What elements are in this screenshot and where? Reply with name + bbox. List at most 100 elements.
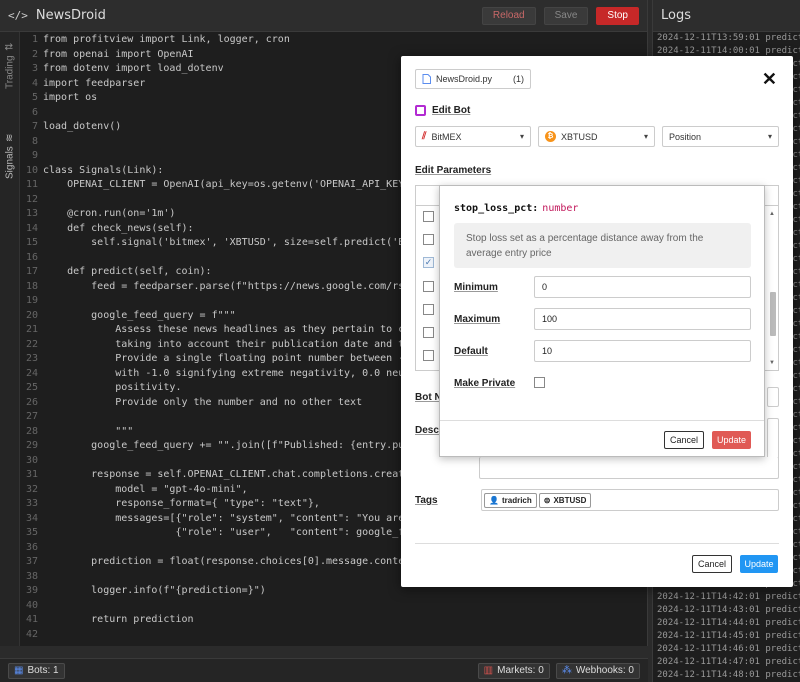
- symbol-value: XBTUSD: [561, 131, 598, 142]
- code-text: return prediction: [43, 614, 194, 625]
- tab-signals[interactable]: Signals ≋: [2, 128, 18, 184]
- code-text: response_format={ "type": "text"},: [43, 498, 320, 509]
- mode-placeholder: Position: [669, 131, 702, 142]
- code-text: import os: [43, 92, 98, 103]
- log-line: 2024-12-11T14:43:01 predict: p: [657, 605, 800, 615]
- code-text: self.signal('bitmex', 'XBTUSD', size=sel…: [43, 237, 429, 248]
- param-row-checkbox[interactable]: [423, 281, 434, 292]
- code-text: from dotenv import load_dotenv: [43, 63, 224, 74]
- symbol-select[interactable]: ₿ XBTUSD ▾: [538, 126, 655, 147]
- make-private-checkbox[interactable]: [534, 377, 545, 388]
- code-line[interactable]: 41 return prediction: [22, 613, 647, 628]
- tags-input[interactable]: 👤 tradrich ⊜ XBTUSD: [481, 489, 779, 511]
- log-line: 2024-12-11T14:45:01 predict: p: [657, 631, 800, 641]
- bot-name-input[interactable]: [767, 387, 779, 407]
- code-line[interactable]: 42: [22, 628, 647, 643]
- code-text: logger.info(f"{prediction=}"): [43, 585, 266, 596]
- line-number: 17: [25, 266, 38, 277]
- line-number: 33: [25, 498, 38, 509]
- param-row-checkbox[interactable]: [423, 327, 434, 338]
- scroll-down-icon[interactable]: ▼: [769, 360, 775, 366]
- line-number: 19: [25, 295, 38, 306]
- bots-count-label: Bots: 1: [27, 665, 59, 676]
- markets-count-label: Markets: 0: [497, 665, 544, 676]
- markets-count[interactable]: ▥ Markets: 0: [477, 662, 550, 679]
- file-name: NewsDroid.py: [436, 74, 493, 84]
- param-row-checkbox-checked[interactable]: ✓: [423, 257, 434, 268]
- code-text: OPENAI_CLIENT = OpenAI(api_key=os.getenv…: [43, 179, 423, 190]
- signals-icon: ≋: [4, 133, 16, 142]
- line-number: 23: [25, 353, 38, 364]
- line-number: 41: [25, 614, 38, 625]
- param-row-checkbox[interactable]: [423, 211, 434, 222]
- code-text: class Signals(Link):: [43, 164, 164, 176]
- param-row-checkbox[interactable]: [423, 350, 434, 361]
- log-line: 2024-12-11T14:48:01 predict: p: [657, 670, 800, 680]
- code-text: from profitview import Link, logger, cro…: [43, 34, 290, 45]
- param-row-checkbox[interactable]: [423, 304, 434, 315]
- line-number: 40: [25, 599, 38, 611]
- file-icon: [422, 74, 431, 84]
- code-text: {"role": "user", "content": google_feed_: [43, 527, 429, 538]
- tab-trading[interactable]: Trading ⇅: [2, 38, 18, 94]
- tag-label: tradrich: [501, 495, 532, 505]
- chevron-down-icon: ▾: [519, 132, 524, 141]
- params-scrollbar[interactable]: [770, 292, 776, 336]
- editor-title: NewsDroid: [35, 8, 106, 23]
- popover-cancel-button[interactable]: Cancel: [664, 431, 704, 449]
- save-button[interactable]: Save: [543, 6, 589, 25]
- param-row-checkbox[interactable]: [423, 234, 434, 245]
- log-line: 2024-12-11T14:47:01 predict: p: [657, 657, 800, 667]
- mode-select[interactable]: Position ▾: [662, 126, 779, 147]
- line-number: 8: [31, 135, 38, 147]
- reload-button[interactable]: Reload: [481, 6, 536, 25]
- webhooks-icon: ⁂: [561, 665, 572, 676]
- stop-button[interactable]: Stop: [596, 6, 639, 25]
- file-chip[interactable]: NewsDroid.py (1): [415, 69, 531, 89]
- code-text: Provide a single floating point number b…: [43, 353, 423, 364]
- code-text: taking into account their publication da…: [43, 338, 423, 350]
- code-text: response = self.OPENAI_CLIENT.chat.compl…: [43, 469, 417, 480]
- edit-params-title: Edit Parameters: [415, 165, 492, 176]
- minimum-input[interactable]: 0: [534, 276, 751, 298]
- webhooks-count[interactable]: ⁂ Webhooks: 0: [555, 662, 640, 679]
- make-private-label: Make Private: [454, 378, 516, 389]
- param-title: stop_loss_pct: number: [454, 203, 578, 214]
- code-text: def predict(self, coin):: [43, 266, 212, 277]
- line-number: 12: [25, 193, 38, 205]
- edit-bot-header: Edit Bot: [415, 105, 470, 116]
- exchange-select[interactable]: ⫽ BitMEX ▾: [415, 126, 531, 147]
- popover-update-button[interactable]: Update: [712, 431, 751, 449]
- code-text: prediction = float(response.choices[0].m…: [43, 556, 423, 567]
- chevron-down-icon: ▾: [767, 132, 772, 141]
- tag-chip[interactable]: 👤 tradrich: [484, 492, 537, 508]
- code-text: load_dotenv(): [43, 121, 122, 132]
- line-number: 37: [25, 556, 38, 567]
- bots-count[interactable]: ▦ Bots: 1: [8, 662, 65, 679]
- default-input[interactable]: 10: [534, 340, 751, 362]
- popover-divider: [440, 420, 764, 421]
- line-number: 3: [31, 63, 38, 74]
- line-number: 36: [25, 541, 38, 553]
- modal-divider: [415, 543, 779, 544]
- description-input-lower[interactable]: [479, 457, 779, 479]
- code-line[interactable]: 40: [22, 599, 647, 614]
- update-button[interactable]: Update: [740, 555, 778, 573]
- maximum-label: Maximum: [454, 314, 501, 325]
- cancel-button[interactable]: Cancel: [692, 555, 732, 573]
- close-icon[interactable]: ✕: [762, 69, 777, 89]
- line-number: 13: [25, 208, 38, 219]
- file-count: (1): [513, 74, 524, 84]
- tags-label: Tags: [415, 495, 438, 506]
- line-number: 18: [25, 280, 38, 292]
- maximum-input[interactable]: 100: [534, 308, 751, 330]
- log-line: 2024-12-11T14:42:01 predict: p: [657, 592, 800, 602]
- line-number: 34: [25, 512, 38, 524]
- code-text: messages=[{"role": "system", "content": …: [43, 512, 429, 524]
- log-line: 2024-12-11T13:59:01 predict: p: [657, 33, 800, 43]
- line-number: 15: [25, 237, 38, 248]
- scroll-up-icon[interactable]: ▲: [769, 211, 775, 217]
- param-name: stop_loss_pct:: [454, 203, 539, 214]
- code-line[interactable]: 1 from profitview import Link, logger, cr…: [22, 33, 647, 48]
- tag-chip[interactable]: ⊜ XBTUSD: [538, 492, 592, 508]
